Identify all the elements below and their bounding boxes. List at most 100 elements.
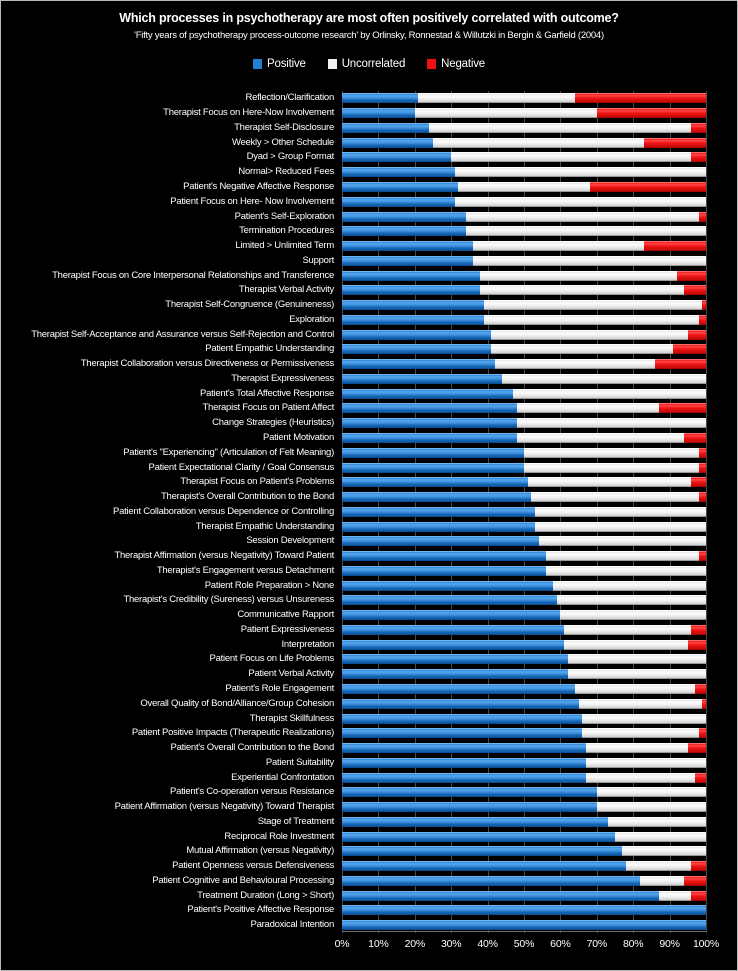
bar-segment-negative: [695, 772, 706, 783]
legend-swatch-icon: [427, 59, 437, 69]
table-row: [342, 844, 706, 859]
stacked-bar: [342, 359, 706, 370]
table-row: [342, 815, 706, 830]
bar-segment-uncorrelated: [556, 595, 706, 606]
table-row: [342, 106, 706, 121]
x-axis-tick-label: 10%: [368, 938, 389, 950]
table-row: [342, 726, 706, 741]
bar-segment-uncorrelated: [516, 418, 706, 429]
bar-segment-positive: [342, 920, 706, 931]
bar-segment-positive: [342, 669, 568, 680]
bar-segment-uncorrelated: [524, 447, 699, 458]
category-label: Therapist Self-Disclosure: [234, 121, 334, 133]
table-row: [342, 475, 706, 490]
bar-segment-positive: [342, 359, 495, 370]
bar-segment-positive: [342, 211, 466, 222]
bar-segment-uncorrelated: [607, 816, 706, 827]
stacked-bar: [342, 255, 706, 266]
category-label: Reflection/Clarification: [245, 92, 334, 104]
bar-segment-positive: [342, 108, 415, 119]
legend-label: Negative: [441, 58, 485, 70]
stacked-bar: [342, 580, 706, 591]
bar-segment-positive: [342, 713, 583, 724]
category-label: Therapist Focus on Patient Affect: [202, 402, 334, 414]
bar-segment-positive: [342, 373, 503, 384]
bar-segment-positive: [342, 137, 433, 148]
bar-segment-negative: [698, 447, 706, 458]
bar-segment-positive: [342, 285, 481, 296]
bar-segment-negative: [691, 890, 706, 901]
table-row: [342, 534, 706, 549]
table-row: [342, 445, 706, 460]
bar-segment-uncorrelated: [429, 122, 692, 133]
bar-segment-uncorrelated: [433, 137, 645, 148]
category-label: Patient Positive Impacts (Therapeutic Re…: [131, 727, 334, 739]
bar-segment-negative: [691, 122, 706, 133]
x-axis-tick-label: 20%: [404, 938, 426, 950]
bar-segment-negative: [644, 241, 706, 252]
stacked-bar: [342, 905, 706, 916]
x-axis-tick-label: 100%: [692, 938, 720, 950]
bar-segment-positive: [342, 462, 524, 473]
table-row: [342, 770, 706, 785]
category-label: Patient Focus on Here- Now Involvement: [170, 195, 334, 207]
bar-segment-negative: [687, 743, 706, 754]
stacked-bar: [342, 772, 706, 783]
bar-segment-uncorrelated: [574, 684, 696, 694]
category-label: Patient Expectational Clarity / Goal Con…: [148, 461, 335, 473]
bar-segment-uncorrelated: [596, 802, 706, 813]
bar-segment-uncorrelated: [564, 624, 692, 635]
bar-segment-uncorrelated: [567, 669, 706, 680]
bar-segment-negative: [655, 359, 706, 370]
stacked-bar: [342, 595, 706, 606]
bar-segment-negative: [691, 152, 706, 163]
bar-segment-uncorrelated: [625, 861, 692, 872]
bar-segment-negative: [596, 108, 706, 119]
category-label: Therapist Skillfulness: [249, 712, 335, 724]
bar-segment-uncorrelated: [473, 241, 645, 252]
x-axis-tick-label: 60%: [550, 938, 571, 950]
category-label: Therapist Focus on Core Interpersonal Re…: [52, 269, 334, 281]
category-label: Patient Collaboration versus Dependence …: [113, 505, 334, 517]
category-label: Therapist Self-Acceptance and Assurance …: [31, 328, 334, 340]
bar-segment-negative: [673, 344, 706, 355]
table-row: [342, 460, 706, 475]
bar-segment-uncorrelated: [531, 492, 699, 503]
category-label: Therapist Focus on Here-Now Involvement: [163, 107, 334, 119]
bar-segment-positive: [342, 226, 466, 237]
stacked-bar: [342, 167, 706, 178]
bar-segment-positive: [342, 816, 608, 827]
table-row: [342, 564, 706, 579]
bar-segment-uncorrelated: [516, 403, 659, 414]
stacked-bar: [342, 669, 706, 680]
table-row: [342, 312, 706, 327]
bar-segment-uncorrelated: [516, 432, 685, 443]
bar-segment-uncorrelated: [560, 610, 706, 621]
bar-segment-positive: [342, 329, 492, 340]
bar-segment-positive: [342, 698, 579, 709]
stacked-bar: [342, 875, 706, 886]
category-label: Patient Focus on Life Problems: [209, 653, 334, 665]
bar-segment-uncorrelated: [582, 713, 706, 724]
stacked-bar: [342, 108, 706, 119]
bar-segment-uncorrelated: [418, 93, 575, 104]
bar-segment-negative: [684, 875, 706, 886]
category-label: Support: [302, 254, 334, 266]
stacked-bar: [342, 418, 706, 429]
table-row: [342, 91, 706, 106]
bar-segment-uncorrelated: [414, 108, 597, 119]
bar-segment-uncorrelated: [622, 846, 706, 857]
bar-segment-uncorrelated: [524, 462, 699, 473]
category-label: Therapist Affirmation (versus Negativity…: [114, 550, 334, 562]
bar-rows: [342, 91, 706, 933]
bar-segment-positive: [342, 344, 492, 355]
bar-segment-uncorrelated: [491, 344, 674, 355]
stacked-bar: [342, 506, 706, 517]
bar-segment-positive: [342, 196, 455, 207]
legend-item: Uncorrelated: [327, 58, 405, 70]
category-label: Patient Motivation: [262, 431, 334, 443]
bar-segment-uncorrelated: [578, 698, 703, 709]
stacked-bar: [342, 403, 706, 414]
bar-segment-negative: [698, 492, 706, 503]
bar-segment-positive: [342, 772, 586, 783]
